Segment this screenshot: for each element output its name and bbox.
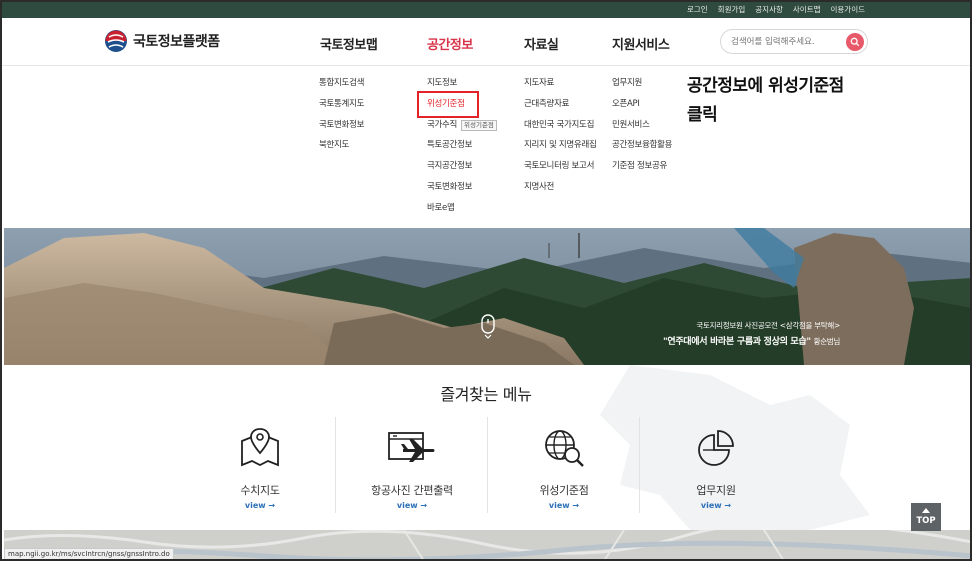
highlight-box — [417, 91, 479, 118]
hero-caption: 국토지리정보원 사진공모전 <삼각점을 부탁해> "연주대에서 바라본 구름과 … — [663, 320, 840, 347]
menu-item[interactable]: 근대측량자료 — [524, 97, 597, 118]
menu-item[interactable]: 지명사전 — [524, 180, 597, 201]
hero-caption-contest: 국토지리정보원 사진공모전 <삼각점을 부탁해> — [696, 321, 840, 330]
sitemap-link[interactable]: 사이트맵 — [788, 2, 826, 18]
instruction-line-2: 클릭 — [687, 105, 718, 125]
pie-chart-icon — [698, 430, 734, 466]
hero-banner: 국토지리정보원 사진공모전 <삼각점을 부탁해> "연주대에서 바라본 구름과 … — [4, 228, 970, 365]
nav-archive[interactable]: 자료실 — [524, 34, 559, 53]
divider — [487, 417, 488, 513]
favorite-digital-map[interactable]: 수치지도 view → — [185, 417, 335, 517]
favorites-title: 즐겨찾는 메뉴 — [440, 385, 532, 404]
arrow-up-icon — [922, 508, 930, 513]
favorite-label: 수치지도 — [240, 484, 280, 497]
nav-spatial-info[interactable]: 공간정보 — [427, 34, 473, 53]
menu-item[interactable]: 국토변화정보 — [427, 180, 472, 201]
utility-bar: 로그인 회원가입 공지사항 사이트맵 이용가이드 — [2, 2, 970, 18]
hero-caption-quote: "연주대에서 바라본 구름과 정상의 모습" — [662, 337, 811, 347]
menu-item[interactable]: 북한지도 — [319, 138, 364, 159]
instruction-annotation: 공간정보에 위성기준점 클릭 — [687, 72, 844, 130]
top-button-label: TOP — [916, 516, 936, 526]
menu-item[interactable]: 국토모니터링 보고서 — [524, 159, 597, 180]
hero-caption-title: "연주대에서 바라본 구름과 정상의 모습" 황순범님 — [663, 334, 840, 347]
favorite-label: 항공사진 간편출력 — [371, 484, 453, 497]
favorite-aerial-photo[interactable]: 항공사진 간편출력 view → — [337, 417, 487, 517]
top-button[interactable]: TOP — [911, 503, 941, 531]
menu-item[interactable]: 공간정보융합활용 — [612, 138, 672, 159]
menu-item[interactable]: 업무지원 — [612, 76, 672, 97]
site-header: 국토정보플랫폼 국토정보맵 공간정보 자료실 지원서비스 — [2, 18, 970, 66]
nav-land-info-map[interactable]: 국토정보맵 — [320, 34, 378, 53]
search-icon — [850, 37, 860, 47]
guide-link[interactable]: 이용가이드 — [826, 2, 871, 18]
search-box — [720, 29, 868, 54]
menu-item[interactable]: 민원서비스 — [612, 118, 672, 139]
status-bar-url: map.ngii.go.kr/ms/svcIntrcn/gnss/gnssInt… — [4, 548, 174, 559]
airplane-icon — [388, 432, 435, 462]
globe-search-icon — [545, 430, 584, 467]
menu-item[interactable]: 기준점 정보공유 — [612, 159, 672, 180]
menu-item[interactable]: 바로e맵 — [427, 201, 472, 222]
menu-column-support-service: 업무지원 오픈API 민원서비스 공간정보융합활용 기준점 정보공유 — [612, 76, 672, 180]
menu-item[interactable]: 대한민국 국가지도집 — [524, 118, 597, 139]
view-link[interactable]: view → — [489, 501, 639, 510]
favorite-label: 업무지원 — [696, 484, 736, 497]
view-link[interactable]: view → — [641, 501, 791, 510]
map-pin-icon — [241, 428, 279, 467]
menu-item[interactable]: 오픈API — [612, 97, 672, 118]
view-link[interactable]: view → — [337, 501, 487, 510]
favorite-label: 위성기준점 — [539, 484, 589, 497]
menu-item[interactable]: 특토공간정보 — [427, 138, 472, 159]
hero-caption-author: 황순범님 — [813, 337, 841, 346]
browser-viewport: 로그인 회원가입 공지사항 사이트맵 이용가이드 국토정보플랫폼 국토정보맵 공… — [0, 0, 972, 561]
favorites-section: 즐겨찾는 메뉴 수치지도 view → 항공사진 간편출력 view → 위성기… — [2, 365, 970, 530]
favorite-work-support[interactable]: 업무지원 view → — [641, 417, 791, 517]
divider — [639, 417, 640, 513]
instruction-line-1: 공간정보에 위성기준점 — [687, 76, 844, 96]
search-button[interactable] — [846, 33, 864, 51]
menu-item[interactable]: 국토통계지도 — [319, 97, 364, 118]
scroll-mouse-icon[interactable] — [481, 314, 495, 340]
favorite-satellite-reference-point[interactable]: 위성기준점 view → — [489, 417, 639, 517]
menu-column-archive: 지도자료 근대측량자료 대한민국 국가지도집 지리지 및 지명유래집 국토모니터… — [524, 76, 597, 201]
divider — [335, 417, 336, 513]
menu-item[interactable]: 통합지도검색 — [319, 76, 364, 97]
notice-link[interactable]: 공지사항 — [750, 2, 788, 18]
nav-support-service[interactable]: 지원서비스 — [612, 34, 670, 53]
search-input[interactable] — [731, 34, 841, 50]
signup-link[interactable]: 회원가입 — [713, 2, 751, 18]
login-link[interactable]: 로그인 — [682, 2, 713, 18]
hover-tooltip: 위성기준점 — [461, 120, 497, 131]
menu-item[interactable]: 국토변화정보 — [319, 118, 364, 139]
menu-item[interactable]: 지도자료 — [524, 76, 597, 97]
menu-item[interactable]: 지리지 및 지명유래집 — [524, 138, 597, 159]
menu-item[interactable]: 극지공간정보 — [427, 159, 472, 180]
view-link[interactable]: view → — [185, 501, 335, 510]
menu-column-land-info-map: 통합지도검색 국토통계지도 국토변화정보 북한지도 — [319, 76, 364, 159]
